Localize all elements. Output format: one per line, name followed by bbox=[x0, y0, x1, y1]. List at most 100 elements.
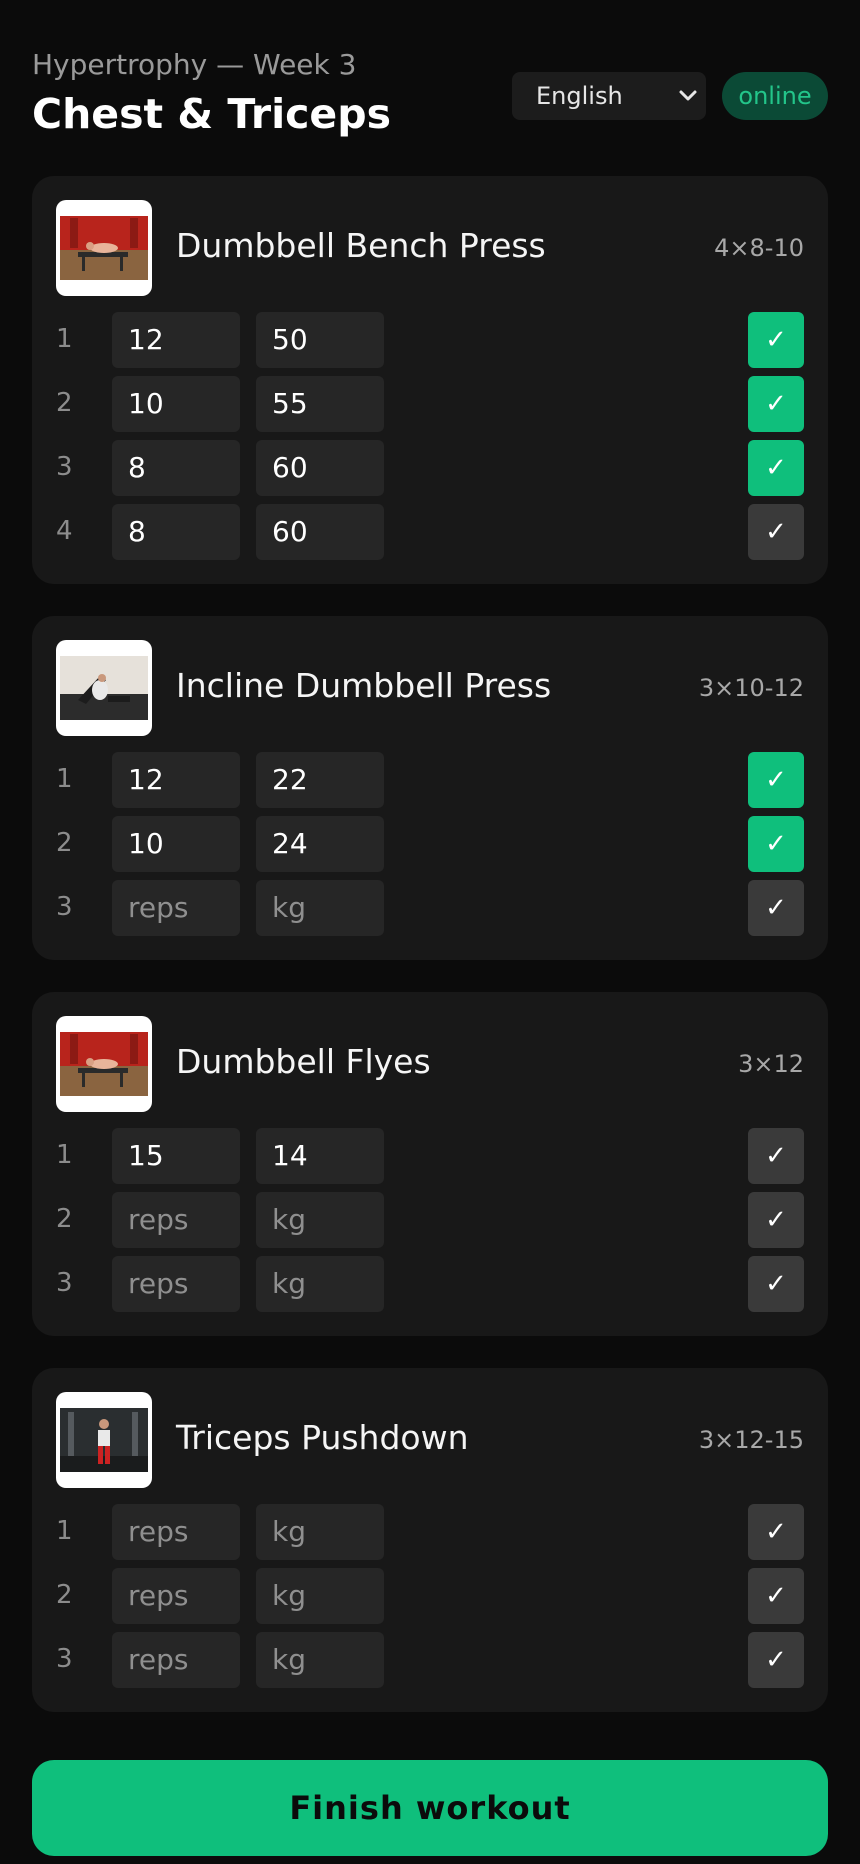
set-number: 1 bbox=[56, 324, 73, 354]
exercise-thumbnail bbox=[56, 640, 152, 736]
finish-workout-button[interactable]: Finish workout bbox=[32, 1760, 828, 1856]
weight-input[interactable]: 22 bbox=[256, 752, 384, 808]
weight-input[interactable]: 60 bbox=[256, 504, 384, 560]
reps-input[interactable]: reps bbox=[112, 1632, 240, 1688]
set-number: 2 bbox=[56, 828, 73, 858]
exercise-scheme: 4×8-10 bbox=[714, 234, 804, 262]
check-icon: ✓ bbox=[765, 1141, 787, 1171]
reps-input[interactable]: 8 bbox=[112, 440, 240, 496]
set-complete-checkbox[interactable]: ✓ bbox=[748, 880, 804, 936]
set-complete-checkbox[interactable]: ✓ bbox=[748, 1632, 804, 1688]
exercise-header: Incline Dumbbell Press 3×10-12 bbox=[56, 640, 804, 736]
exercise-name: Triceps Pushdown bbox=[176, 1418, 469, 1457]
check-icon: ✓ bbox=[765, 325, 787, 355]
exercise-header: Dumbbell Flyes 3×12 bbox=[56, 1016, 804, 1112]
exercise-header: Dumbbell Bench Press 4×8-10 bbox=[56, 200, 804, 296]
check-icon: ✓ bbox=[765, 1269, 787, 1299]
weight-input[interactable]: kg bbox=[256, 880, 384, 936]
set-complete-checkbox-checked[interactable]: ✓ bbox=[748, 376, 804, 432]
set-complete-checkbox[interactable]: ✓ bbox=[748, 1504, 804, 1560]
exercise-thumbnail bbox=[56, 1016, 152, 1112]
exercise-list: Dumbbell Bench Press 4×8-10 1 12 50 ✓ 2 10 55 ✓ 3 8… bbox=[32, 176, 828, 1712]
set-number: 2 bbox=[56, 388, 73, 418]
set-number: 1 bbox=[56, 1140, 73, 1170]
language-select[interactable]: English bbox=[512, 72, 706, 120]
set-complete-checkbox-checked[interactable]: ✓ bbox=[748, 752, 804, 808]
weight-input[interactable]: kg bbox=[256, 1256, 384, 1312]
weight-input[interactable]: kg bbox=[256, 1568, 384, 1624]
exercise-card: Dumbbell Flyes 3×12 1 15 14 ✓ 2 reps kg ✓ 3 reps kg ✓ bbox=[32, 992, 828, 1336]
check-icon: ✓ bbox=[765, 389, 787, 419]
set-row: 1 reps kg ✓ bbox=[56, 1504, 804, 1560]
weight-input[interactable]: 60 bbox=[256, 440, 384, 496]
set-number: 1 bbox=[56, 1516, 73, 1546]
set-row: 3 reps kg ✓ bbox=[56, 1256, 804, 1312]
reps-input[interactable]: 10 bbox=[112, 376, 240, 432]
set-complete-checkbox[interactable]: ✓ bbox=[748, 1568, 804, 1624]
check-icon: ✓ bbox=[765, 1645, 787, 1675]
weight-input[interactable]: 55 bbox=[256, 376, 384, 432]
set-complete-checkbox[interactable]: ✓ bbox=[748, 1128, 804, 1184]
header: Hypertrophy — Week 3 Chest & Triceps Eng… bbox=[32, 0, 828, 176]
set-number: 3 bbox=[56, 452, 73, 482]
reps-input[interactable]: reps bbox=[112, 880, 240, 936]
set-row: 1 12 50 ✓ bbox=[56, 312, 804, 368]
chevron-down-icon bbox=[679, 90, 697, 101]
check-icon: ✓ bbox=[765, 517, 787, 547]
reps-input[interactable]: 15 bbox=[112, 1128, 240, 1184]
program-subtitle: Hypertrophy — Week 3 bbox=[32, 48, 357, 81]
weight-input[interactable]: 50 bbox=[256, 312, 384, 368]
set-complete-checkbox[interactable]: ✓ bbox=[748, 1256, 804, 1312]
weight-input[interactable]: kg bbox=[256, 1632, 384, 1688]
set-complete-checkbox-checked[interactable]: ✓ bbox=[748, 312, 804, 368]
reps-input[interactable]: 10 bbox=[112, 816, 240, 872]
exercise-card: Incline Dumbbell Press 3×10-12 1 12 22 ✓ 2 10 24… bbox=[32, 616, 828, 960]
set-row: 1 15 14 ✓ bbox=[56, 1128, 804, 1184]
set-number: 2 bbox=[56, 1204, 73, 1234]
status-badge: online bbox=[722, 72, 828, 120]
set-complete-checkbox[interactable]: ✓ bbox=[748, 504, 804, 560]
weight-input[interactable]: 24 bbox=[256, 816, 384, 872]
exercise-scheme: 3×10-12 bbox=[698, 674, 804, 702]
set-row: 2 10 24 ✓ bbox=[56, 816, 804, 872]
set-number: 4 bbox=[56, 516, 73, 546]
set-row: 2 reps kg ✓ bbox=[56, 1568, 804, 1624]
check-icon: ✓ bbox=[765, 893, 787, 923]
reps-input[interactable]: 12 bbox=[112, 312, 240, 368]
check-icon: ✓ bbox=[765, 1517, 787, 1547]
reps-input[interactable]: reps bbox=[112, 1192, 240, 1248]
reps-input[interactable]: reps bbox=[112, 1504, 240, 1560]
set-complete-checkbox[interactable]: ✓ bbox=[748, 1192, 804, 1248]
exercise-header: Triceps Pushdown 3×12-15 bbox=[56, 1392, 804, 1488]
exercise-thumbnail bbox=[56, 200, 152, 296]
exercise-thumbnail bbox=[56, 1392, 152, 1488]
exercise-scheme: 3×12 bbox=[738, 1050, 804, 1078]
set-complete-checkbox-checked[interactable]: ✓ bbox=[748, 440, 804, 496]
reps-input[interactable]: reps bbox=[112, 1256, 240, 1312]
set-row: 3 8 60 ✓ bbox=[56, 440, 804, 496]
weight-input[interactable]: kg bbox=[256, 1504, 384, 1560]
exercise-name: Incline Dumbbell Press bbox=[176, 666, 552, 705]
set-complete-checkbox-checked[interactable]: ✓ bbox=[748, 816, 804, 872]
set-row: 3 reps kg ✓ bbox=[56, 880, 804, 936]
exercise-name: Dumbbell Bench Press bbox=[176, 226, 546, 265]
exercise-card: Dumbbell Bench Press 4×8-10 1 12 50 ✓ 2 10 55 ✓ 3 8… bbox=[32, 176, 828, 584]
weight-input[interactable]: kg bbox=[256, 1192, 384, 1248]
set-number: 2 bbox=[56, 1580, 73, 1610]
set-row: 1 12 22 ✓ bbox=[56, 752, 804, 808]
set-number: 3 bbox=[56, 892, 73, 922]
set-row: 2 reps kg ✓ bbox=[56, 1192, 804, 1248]
set-number: 3 bbox=[56, 1268, 73, 1298]
language-select-value: English bbox=[536, 82, 623, 110]
check-icon: ✓ bbox=[765, 453, 787, 483]
set-row: 4 8 60 ✓ bbox=[56, 504, 804, 560]
reps-input[interactable]: 12 bbox=[112, 752, 240, 808]
workout-page: Hypertrophy — Week 3 Chest & Triceps Eng… bbox=[0, 0, 860, 1864]
reps-input[interactable]: reps bbox=[112, 1568, 240, 1624]
check-icon: ✓ bbox=[765, 829, 787, 859]
set-number: 1 bbox=[56, 764, 73, 794]
exercise-card: Triceps Pushdown 3×12-15 1 reps kg ✓ 2 reps kg ✓ 3… bbox=[32, 1368, 828, 1712]
reps-input[interactable]: 8 bbox=[112, 504, 240, 560]
exercise-name: Dumbbell Flyes bbox=[176, 1042, 431, 1081]
weight-input[interactable]: 14 bbox=[256, 1128, 384, 1184]
